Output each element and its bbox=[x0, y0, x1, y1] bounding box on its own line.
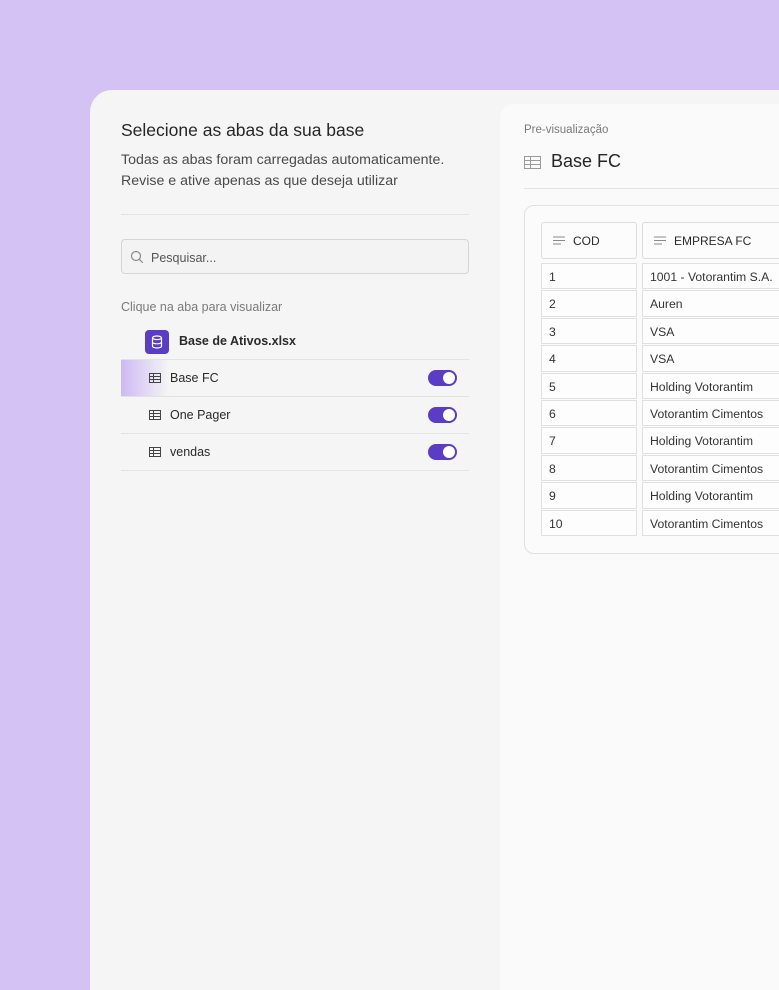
preview-table: COD EMPRESA FC 1 1001 - Votorantim S.A. … bbox=[524, 205, 779, 554]
toggle-knob bbox=[443, 409, 455, 421]
database-icon bbox=[145, 330, 169, 354]
table-cell: VSA bbox=[642, 317, 779, 345]
table-cell: 7 bbox=[541, 427, 637, 454]
table-icon bbox=[149, 373, 161, 383]
table-cell: 5 bbox=[541, 372, 637, 399]
text-lines-icon bbox=[654, 236, 666, 245]
toggle-knob bbox=[443, 372, 455, 384]
search-input[interactable] bbox=[149, 240, 453, 275]
sheet-item-one-pager[interactable]: One Pager bbox=[121, 397, 469, 434]
search-icon bbox=[130, 250, 144, 264]
text-lines-icon bbox=[553, 236, 565, 245]
sheet-label: Base FC bbox=[170, 371, 219, 385]
search-box[interactable] bbox=[121, 239, 469, 275]
sheet-item-base-fc[interactable]: Base FC bbox=[121, 360, 469, 397]
column-header-label: EMPRESA FC bbox=[674, 234, 752, 248]
table-icon bbox=[149, 410, 161, 420]
table-cell: VSA bbox=[642, 345, 779, 372]
preview-pane: Pre-visualização Base FC COD EMPRESA FC … bbox=[500, 104, 779, 990]
table-cell: Auren bbox=[642, 290, 779, 317]
file-name: Base de Ativos.xlsx bbox=[179, 334, 296, 348]
toggle-knob bbox=[443, 446, 455, 458]
table-cell: 1 bbox=[541, 263, 637, 290]
divider bbox=[524, 188, 779, 189]
page-subtitle: Todas as abas foram carregadas automatic… bbox=[121, 150, 444, 192]
sheet-list: Base FC One Pager vendas bbox=[121, 359, 469, 471]
table-icon bbox=[524, 156, 541, 169]
table-cell: 9 bbox=[541, 482, 637, 509]
table-icon bbox=[149, 447, 161, 457]
table-cell: Votorantim Cimentos bbox=[642, 454, 779, 482]
table-cell: 6 bbox=[541, 399, 637, 427]
table-cell: 3 bbox=[541, 317, 637, 345]
table-cell: Holding Votorantim bbox=[642, 482, 779, 509]
column-header-label: COD bbox=[573, 234, 600, 248]
column-header-cod[interactable]: COD bbox=[541, 222, 637, 259]
sheet-toggle[interactable] bbox=[428, 370, 457, 386]
table-cell: 2 bbox=[541, 290, 637, 317]
hint-text: Clique na aba para visualizar bbox=[121, 300, 283, 314]
subtitle-line-1: Todas as abas foram carregadas automatic… bbox=[121, 152, 445, 168]
preview-caption: Pre-visualização bbox=[524, 124, 609, 136]
sheet-toggle[interactable] bbox=[428, 444, 457, 460]
table-cell: 4 bbox=[541, 345, 637, 372]
subtitle-line-2: Revise e ative apenas as que deseja util… bbox=[121, 173, 398, 189]
table-cell: 1001 - Votorantim S.A. bbox=[642, 263, 779, 290]
divider bbox=[121, 214, 469, 215]
table-cell: Votorantim Cimentos bbox=[642, 509, 779, 536]
sheet-selection-panel: Selecione as abas da sua base Todas as a… bbox=[90, 90, 779, 990]
page-title: Selecione as abas da sua base bbox=[121, 120, 365, 140]
sheet-toggle[interactable] bbox=[428, 407, 457, 423]
table-cell: 10 bbox=[541, 509, 637, 536]
sheet-label: vendas bbox=[170, 445, 211, 459]
preview-sheet-name: Base FC bbox=[551, 151, 622, 171]
table-cell: Holding Votorantim bbox=[642, 427, 779, 454]
sheet-item-vendas[interactable]: vendas bbox=[121, 434, 469, 471]
table-cell: Votorantim Cimentos bbox=[642, 399, 779, 427]
table-cell: Holding Votorantim bbox=[642, 372, 779, 399]
table-cell: 8 bbox=[541, 454, 637, 482]
column-header-empresa-fc[interactable]: EMPRESA FC bbox=[642, 222, 779, 259]
sheet-label: One Pager bbox=[170, 408, 231, 422]
